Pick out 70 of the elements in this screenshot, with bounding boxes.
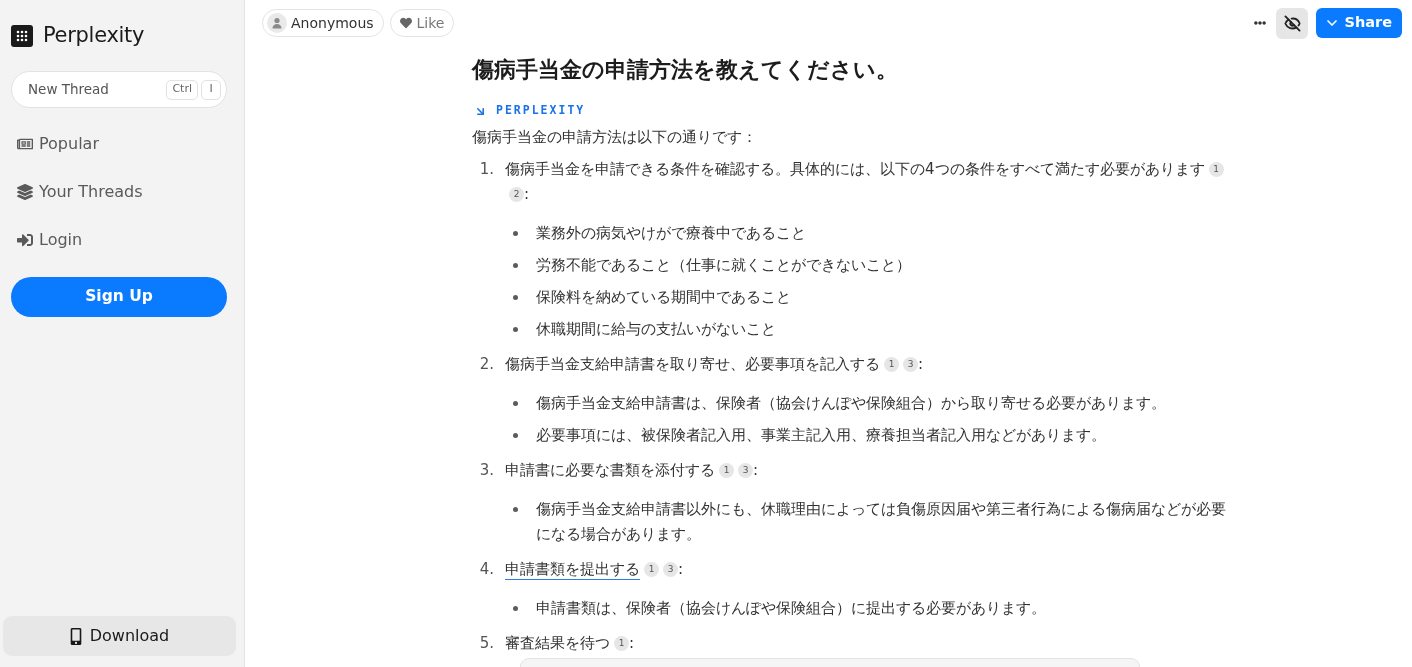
- bullet-icon: [513, 507, 518, 512]
- step-number: 3.: [478, 460, 495, 481]
- download-button[interactable]: Download: [3, 616, 236, 656]
- colon-text: :: [753, 461, 759, 479]
- step-number: 5.: [478, 633, 495, 654]
- eye-off-icon: [1283, 14, 1301, 32]
- brand-name: Perplexity: [43, 22, 145, 50]
- bullet-text: 傷病手当金支給申請書以外にも、休職理由によっては負傷原因届や第三者行為による傷病届などが必要になる場合があります。: [536, 499, 1227, 545]
- bullet-icon: [513, 433, 518, 438]
- download-label: Download: [89, 625, 170, 647]
- author-name: Anonymous: [291, 13, 374, 33]
- new-thread-label: New Thread: [28, 80, 109, 100]
- colon-text: :: [678, 560, 684, 578]
- bullet-icon: [513, 327, 518, 332]
- step-number: 4.: [478, 559, 495, 580]
- share-label: Share: [1344, 13, 1392, 33]
- like-label: Like: [416, 13, 445, 33]
- step-text: 傷病手当金を申請できる条件を確認する。具体的には、以下の4つの条件をすべて満たす必要があります: [505, 160, 1205, 178]
- citation-badge[interactable]: 1: [719, 463, 734, 478]
- citation-badge[interactable]: 1: [644, 562, 659, 577]
- answer-intro: 傷病手当金の申請方法は以下の通りです：: [472, 127, 758, 148]
- colon-text: :: [918, 355, 924, 373]
- citation-badge[interactable]: 1: [1208, 162, 1224, 177]
- newspaper-icon: [17, 136, 33, 152]
- step-text: 傷病手当金支給申請書を取り寄せ、必要事項を記入する: [505, 355, 880, 373]
- bullet-icon: [513, 295, 518, 300]
- bullet-text: 必要事項には、被保険者記入用、事業主記入用、療養担当者記入用などがあります。: [536, 425, 1106, 446]
- bullet-text: 傷病手当金支給申請書は、保険者（協会けんぽや保険組合）から取り寄せる必要があります。: [536, 393, 1166, 414]
- sidebar-item-label: Popular: [39, 133, 99, 155]
- share-button[interactable]: Share: [1316, 8, 1402, 38]
- layers-icon: [17, 184, 33, 200]
- avatar-icon: [267, 13, 287, 33]
- sign-up-button[interactable]: Sign Up: [11, 277, 227, 317]
- bullet-text: 労務不能であること（仕事に就くことができないこと）: [536, 255, 911, 276]
- shortcut-key: Ctrl: [166, 79, 198, 100]
- citation-badge[interactable]: 1: [884, 357, 899, 372]
- citation-badge[interactable]: 1: [614, 636, 629, 651]
- sidebar-item[interactable]: Popular: [11, 120, 227, 168]
- citation-badge[interactable]: 3: [738, 463, 753, 478]
- answer-source-label: PERPLEXITY: [496, 102, 586, 120]
- question-title: 傷病手当金の申請方法を教えてください。: [472, 56, 899, 84]
- sidebar-item[interactable]: Your Threads: [11, 168, 227, 216]
- bullet-icon: [513, 401, 518, 406]
- citation-badge[interactable]: 3: [903, 357, 918, 372]
- step-text: 申請書に必要な書類を添付する: [505, 461, 715, 479]
- new-thread-button[interactable]: New Thread Ctrl I: [11, 71, 227, 108]
- bullet-text: 業務外の病気やけがで療養中であること: [536, 223, 806, 244]
- step-link[interactable]: 申請書類を提出する: [505, 560, 640, 580]
- visibility-button[interactable]: [1276, 7, 1309, 39]
- colon-text: :: [524, 185, 530, 203]
- bullet-text: 申請書類は、保険者（協会けんぽや保険組合）に提出する必要があります。: [536, 598, 1046, 619]
- colon-text: :: [629, 634, 635, 652]
- sidebar-item-label: Login: [39, 229, 83, 251]
- bullet-text: 休職期間に給与の支払いがないこと: [536, 319, 776, 340]
- sidebar-item[interactable]: Login: [11, 216, 227, 264]
- login-icon: [17, 232, 33, 248]
- sidebar-item-label: Your Threads: [39, 181, 143, 203]
- heart-icon: [399, 17, 412, 29]
- logo-icon: [11, 25, 33, 47]
- bullet-icon: [513, 606, 518, 611]
- citation-badge[interactable]: 3: [663, 562, 678, 577]
- bullet-icon: [513, 263, 518, 268]
- step-number: 1.: [478, 159, 495, 180]
- phone-icon: [69, 627, 82, 645]
- shortcut-key: I: [201, 79, 221, 100]
- bullet-icon: [513, 231, 518, 236]
- citation-badge[interactable]: 2: [509, 187, 524, 202]
- bullet-text: 保険料を納めている期間中であること: [536, 287, 791, 308]
- step-text: 審査結果を待つ: [505, 634, 610, 652]
- step-number: 2.: [478, 354, 495, 375]
